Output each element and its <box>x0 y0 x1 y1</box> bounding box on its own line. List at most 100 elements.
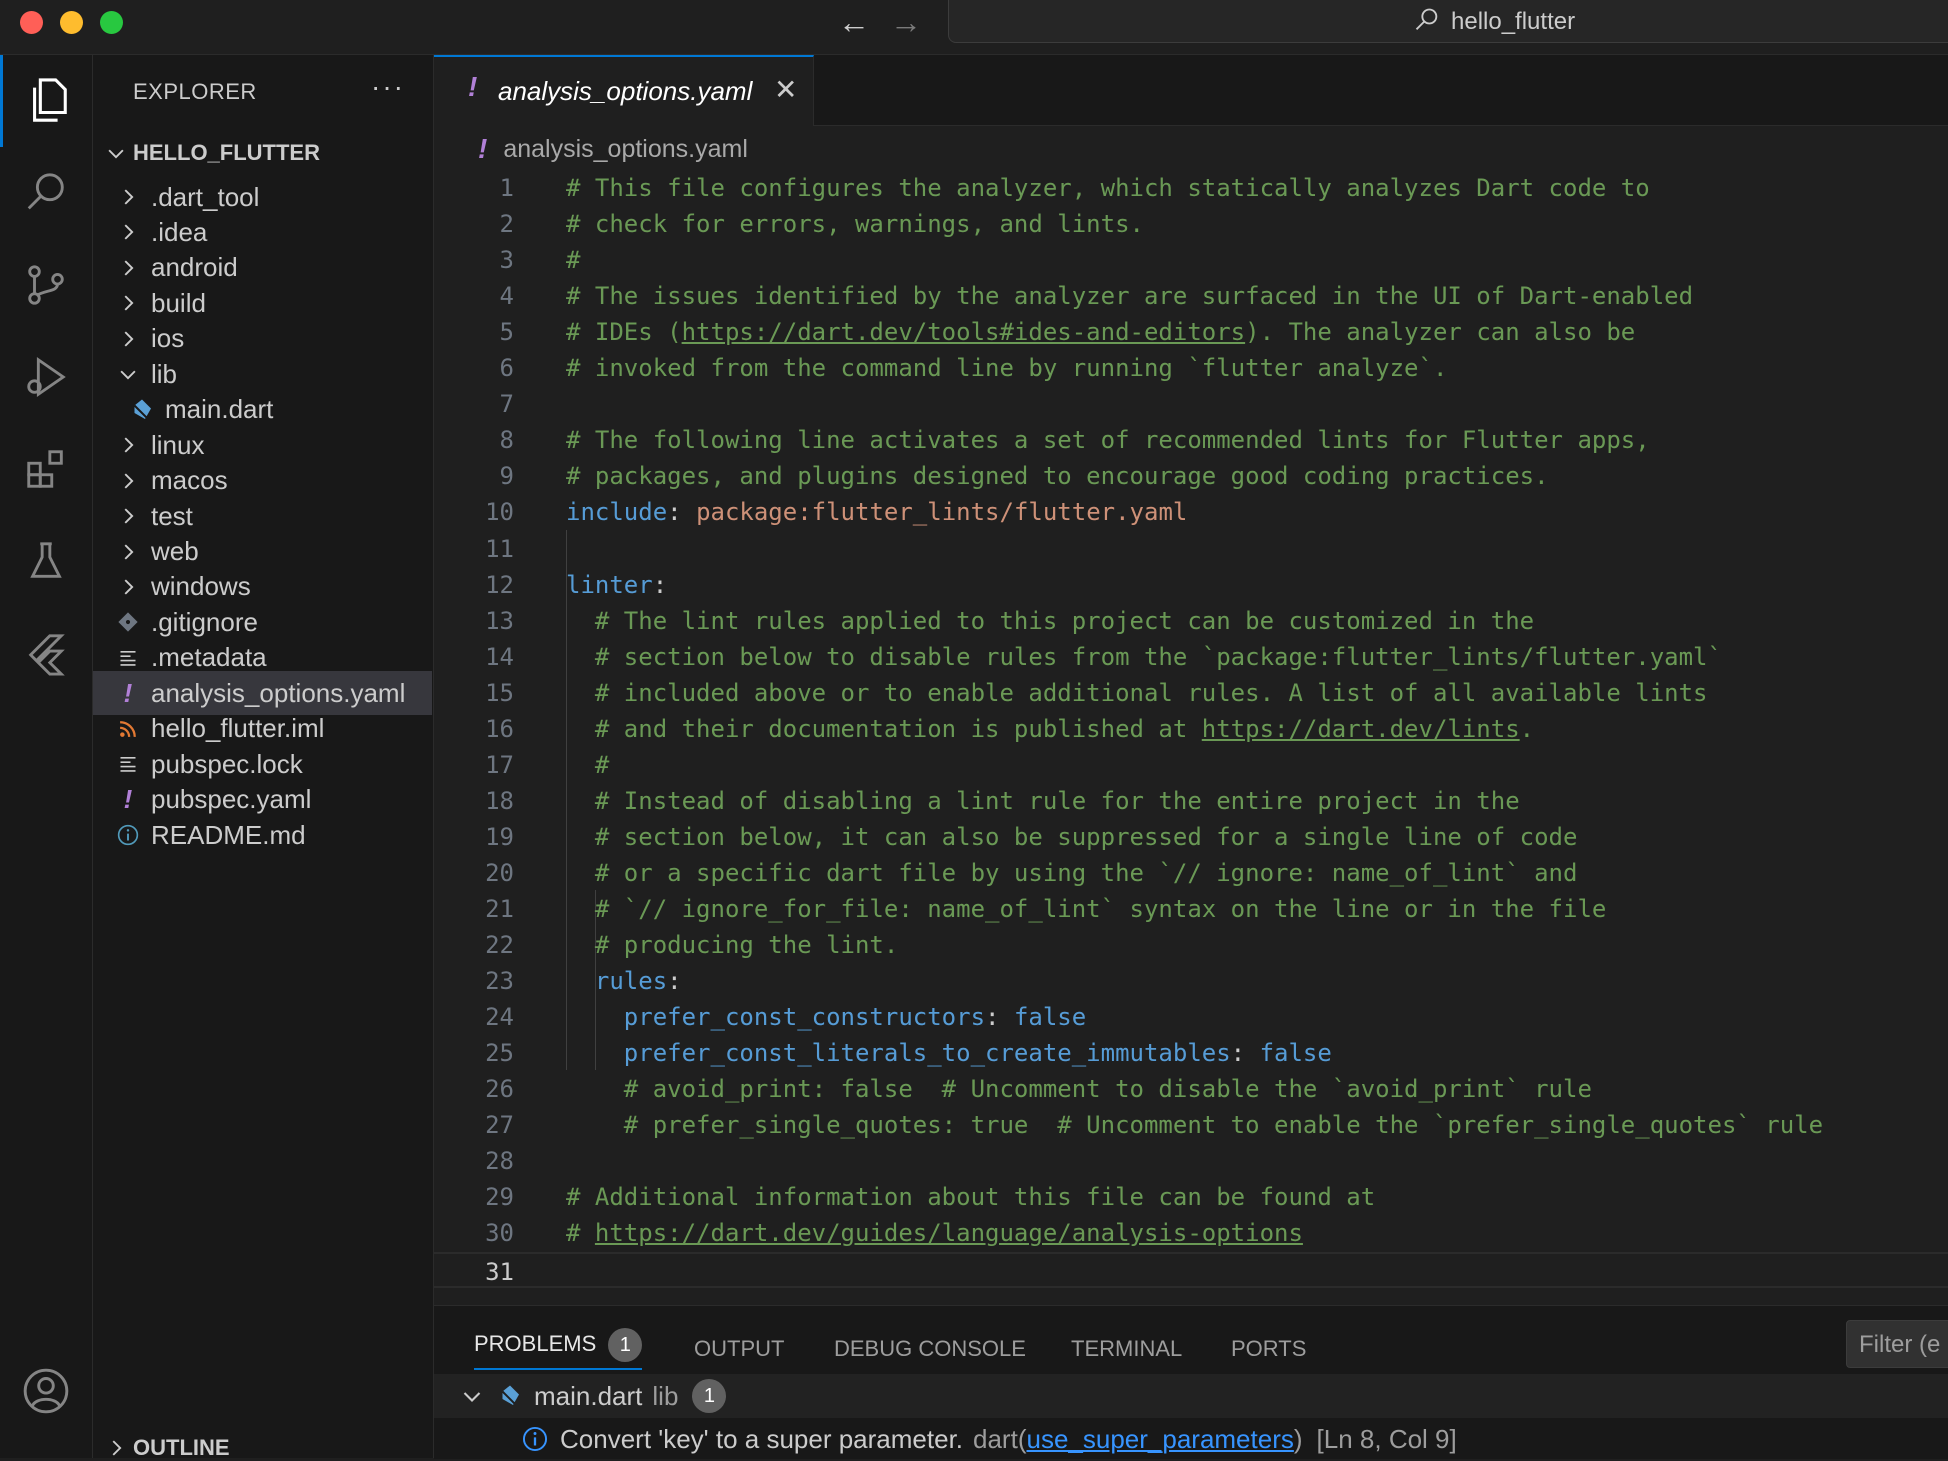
tab-problems[interactable]: PROBLEMS 1 <box>474 1328 643 1370</box>
chevron-right-icon <box>113 576 143 598</box>
tree-item-label: test <box>151 500 193 531</box>
yaml-file-icon: ! <box>478 133 488 164</box>
code-token: # Instead of disabling a lint rule for t… <box>566 786 1520 815</box>
command-center-search[interactable]: hello_flutter <box>948 0 1948 43</box>
problem-message: Convert 'key' to a super parameter. <box>560 1423 964 1454</box>
more-actions-icon[interactable]: ··· <box>371 71 405 103</box>
flutter-activity-icon[interactable] <box>0 607 92 699</box>
problem-item[interactable]: Convert 'key' to a super parameter. dart… <box>434 1418 1948 1460</box>
line-text: # and their documentation is published a… <box>566 711 1534 747</box>
chevron-right-icon <box>113 505 143 527</box>
chevron-right-icon <box>113 470 143 492</box>
chevron-right-icon <box>113 434 143 456</box>
outline-label: OUTLINE <box>133 1435 230 1460</box>
line-number: 30 <box>485 1219 514 1248</box>
line-text: # This file configures the analyzer, whi… <box>566 170 1650 206</box>
line-number: 8 <box>499 426 514 455</box>
outline-section[interactable]: OUTLINE <box>105 1435 230 1461</box>
chevron-right-icon <box>113 221 143 243</box>
code-token: prefer_const_literals_to_create_immutabl… <box>623 1039 1231 1068</box>
code-line: 26 # avoid_print: false # Uncomment to d… <box>434 1071 1948 1107</box>
tree-item-label: web <box>151 536 199 566</box>
tree-item-label: macos <box>151 465 228 496</box>
line-number: 2 <box>499 210 514 239</box>
code-token: ). The analyzer can also be <box>1245 318 1636 347</box>
line-number: 7 <box>499 390 514 419</box>
explorer-sidebar: EXPLORER ··· HELLO_FLUTTER .dart_tool .id… <box>93 55 434 1461</box>
source-control-activity-icon[interactable] <box>0 239 92 331</box>
code-token: # invoked from the command line by runni… <box>566 354 1448 383</box>
activity-bar <box>0 55 93 1458</box>
breadcrumb[interactable]: ! analysis_options.yaml <box>478 131 748 167</box>
code-line: 21 # `// ignore_for_file: name_of_lint` … <box>434 891 1948 927</box>
close-icon[interactable]: ✕ <box>774 73 797 106</box>
code-line: 8 # The following line activates a set of… <box>434 422 1948 458</box>
problem-group-row[interactable]: main.dart lib 1 <box>434 1374 1948 1418</box>
accounts-activity-icon[interactable] <box>0 1345 92 1437</box>
problem-code-link[interactable]: use_super_parameters <box>1026 1424 1293 1455</box>
explorer-activity-icon[interactable] <box>0 55 92 147</box>
line-text: # The issues identified by the analyzer … <box>566 278 1693 314</box>
tree-item-label: hello_flutter.iml <box>151 713 325 744</box>
problem-group-count: 1 <box>692 1379 727 1413</box>
tab-analysis-options[interactable]: ! analysis_options.yaml ✕ <box>434 55 814 126</box>
tree-item[interactable]: README.md <box>93 813 432 857</box>
code-line: 27 # prefer_single_quotes: true # Uncomm… <box>434 1107 1948 1143</box>
code-line: 2 # check for errors, warnings, and lints… <box>434 206 1948 242</box>
code-token: . <box>1519 714 1535 743</box>
rss-file-icon <box>113 720 143 738</box>
line-number: 15 <box>485 678 514 707</box>
problem-source-end: ) <box>1293 1423 1303 1454</box>
chevron-down-icon <box>463 1392 481 1402</box>
back-arrow-icon[interactable]: ← <box>838 6 870 38</box>
code-link[interactable]: https://dart.dev/lints <box>1202 715 1520 743</box>
code-line: 11 <box>434 531 1948 567</box>
testing-activity-icon[interactable] <box>0 515 92 607</box>
lines-file-icon <box>113 754 143 774</box>
minimize-window-button[interactable] <box>60 11 83 34</box>
code-token: # The following line activates a set of … <box>566 426 1650 455</box>
line-number: 9 <box>499 462 514 491</box>
zoom-window-button[interactable] <box>100 11 123 34</box>
code-token: include <box>566 498 668 527</box>
line-number: 24 <box>485 1003 514 1032</box>
problems-filter-input[interactable]: Filter (e <box>1846 1320 1948 1368</box>
workspace-root[interactable]: HELLO_FLUTTER <box>105 133 320 173</box>
code-line: 16 # and their documentation is publishe… <box>434 711 1948 747</box>
code-token: # section below to disable rules from th… <box>566 642 1722 671</box>
tab-ports[interactable]: PORTS <box>1231 1336 1306 1376</box>
code-line: 23 rules: <box>434 963 1948 999</box>
line-text: # section below, it can also be suppress… <box>566 819 1578 855</box>
tab-debug-console[interactable]: DEBUG CONSOLE <box>834 1336 1026 1376</box>
code-token: # The issues identified by the analyzer … <box>566 282 1694 311</box>
tab-terminal[interactable]: TERMINAL <box>1071 1336 1182 1376</box>
code-link[interactable]: https://dart.dev/tools#ides-and-editors <box>682 318 1246 346</box>
line-text: # <box>566 242 580 278</box>
code-token: : <box>652 570 668 599</box>
forward-arrow-icon[interactable]: → <box>890 6 922 38</box>
line-number: 26 <box>485 1075 514 1104</box>
line-text: # The lint rules applied to this project… <box>566 603 1534 639</box>
tree-item-label: .idea <box>151 216 208 247</box>
code-token: rules <box>594 967 668 996</box>
code-token: : <box>1230 1039 1260 1068</box>
yaml-file-icon: ! <box>123 784 133 815</box>
code-token: # check for errors, warnings, and lints. <box>566 210 1144 239</box>
tab-output[interactable]: OUTPUT <box>694 1336 784 1376</box>
problems-count-badge: 1 <box>608 1328 643 1362</box>
code-link[interactable]: https://dart.dev/guides/language/analysi… <box>595 1219 1303 1247</box>
search-activity-icon[interactable] <box>0 147 92 239</box>
line-number: 18 <box>485 786 514 815</box>
extensions-activity-icon[interactable] <box>0 423 92 515</box>
line-number: 19 <box>485 822 514 851</box>
problem-source: dart( <box>973 1423 1027 1454</box>
breadcrumb-file[interactable]: analysis_options.yaml <box>503 135 748 164</box>
code-line: 25 prefer_const_literals_to_create_immut… <box>434 1035 1948 1071</box>
line-text: # The following line activates a set of … <box>566 422 1650 458</box>
code-token: # section below, it can also be suppress… <box>566 822 1578 851</box>
close-window-button[interactable] <box>20 11 43 34</box>
run-debug-activity-icon[interactable] <box>0 331 92 423</box>
code-token: # avoid_print: false # Uncomment to disa… <box>566 1075 1592 1104</box>
